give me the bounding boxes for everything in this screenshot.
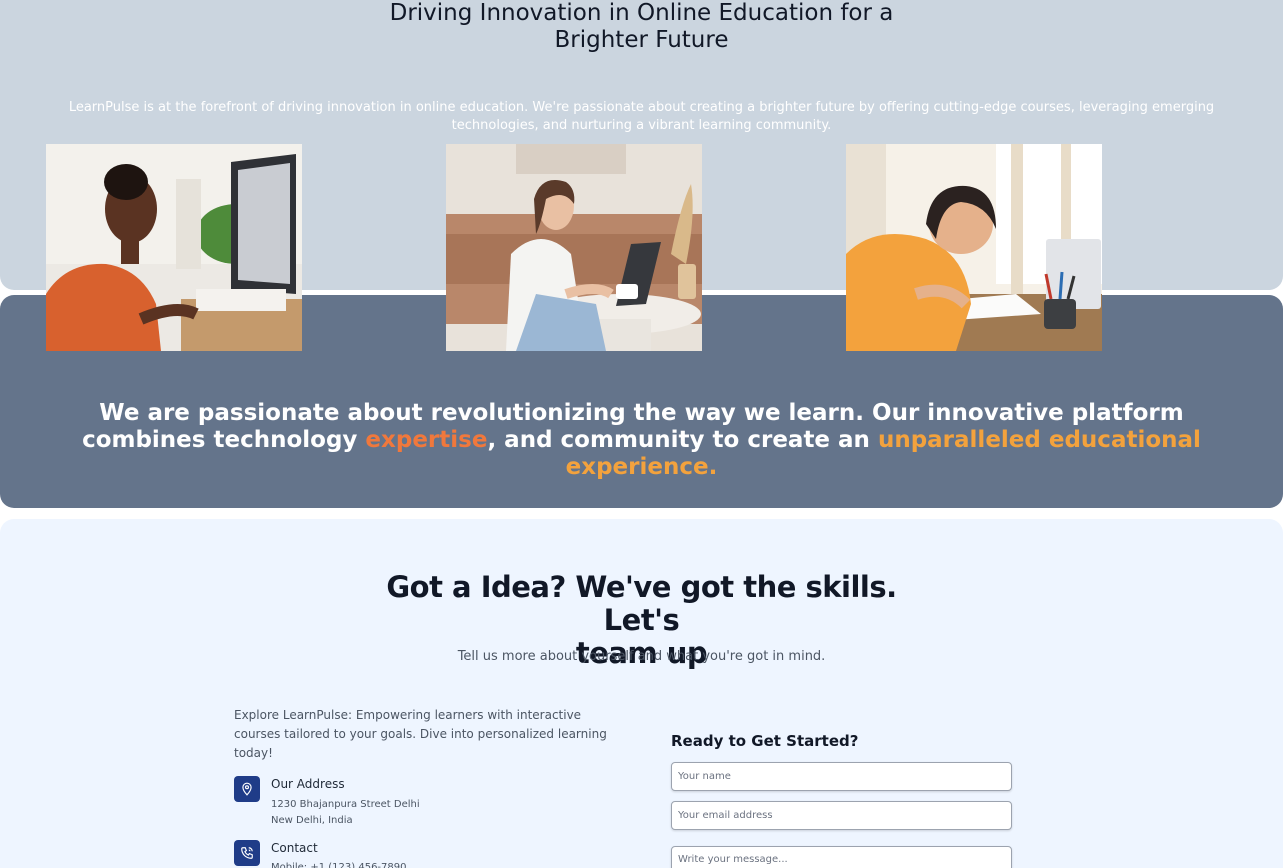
woman-writing-at-laptop-image — [446, 144, 702, 351]
woman-writing-at-laptop-illustration — [446, 144, 702, 351]
contact-label: Contact — [271, 841, 318, 855]
mission-statement: We are passionate about revolutionizing … — [40, 400, 1243, 481]
girl-writing-at-desk-image — [846, 144, 1102, 351]
hero-description: LearnPulse is at the forefront of drivin… — [68, 100, 1215, 133]
hero-title-line1: Driving Innovation in Online Education f… — [389, 0, 894, 26]
address-line1: 1230 Bhajanpura Street Delhi — [271, 799, 420, 810]
address-label: Our Address — [271, 777, 345, 791]
explore-text: Explore LearnPulse: Empowering learners … — [234, 708, 607, 760]
hero-title-line2: Brighter Future — [554, 27, 729, 53]
contact-title-line1: Got a Idea? We've got the skills. Let's — [386, 570, 897, 637]
contact-subtitle: Tell us more about yourself and what you… — [457, 649, 826, 664]
student-at-computer-image — [46, 144, 302, 351]
email-input[interactable] — [671, 801, 1012, 830]
form-title: Ready to Get Started? — [671, 732, 859, 750]
address-line2: New Delhi, India — [271, 815, 353, 826]
phone-icon — [234, 840, 260, 866]
name-input[interactable] — [671, 762, 1012, 791]
girl-writing-at-desk-illustration — [846, 144, 1102, 351]
message-textarea[interactable] — [671, 846, 1012, 868]
mission-text-part2: , and community to create an — [487, 427, 878, 453]
location-pin-icon — [234, 776, 260, 802]
hero-title: Driving Innovation in Online Education f… — [0, 0, 1283, 54]
mission-highlight-expertise: expertise — [365, 427, 488, 453]
contact-line1: Mobile: +1 (123) 456-7890 — [271, 862, 407, 868]
student-at-computer-illustration — [46, 144, 302, 351]
